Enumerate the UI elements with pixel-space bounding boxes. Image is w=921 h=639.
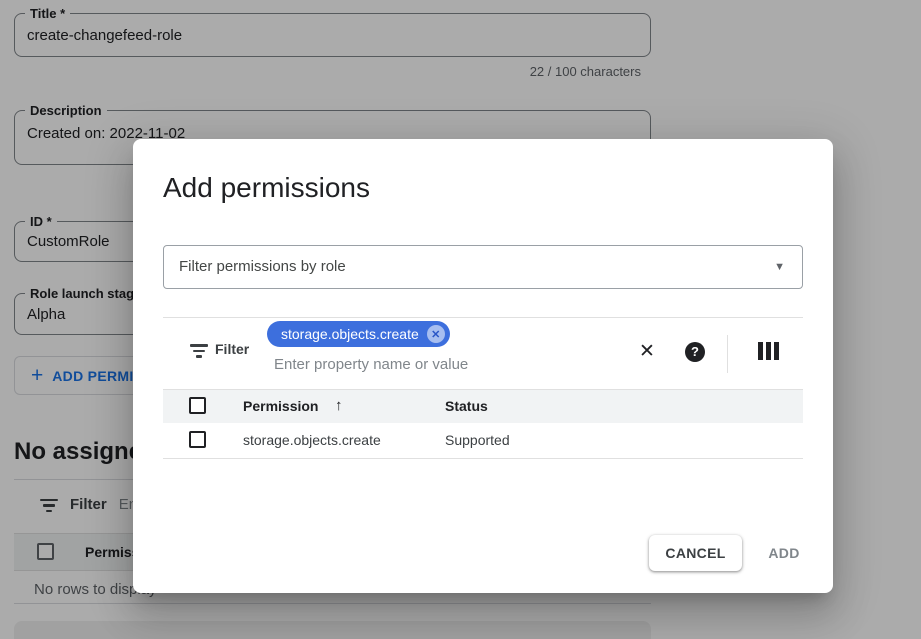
table-filter-toolbar: Filter storage.objects.create ✕ ✕ ? (163, 317, 803, 389)
filter-chip-storage-objects-create[interactable]: storage.objects.create ✕ (267, 321, 450, 347)
table-header-row: Permission ↑ Status (163, 389, 803, 423)
dialog-title: Add permissions (163, 172, 370, 204)
permission-column-header[interactable]: Permission (243, 398, 318, 414)
dropdown-value: Filter permissions by role (179, 246, 346, 288)
filter-funnel-icon (190, 344, 208, 358)
sort-ascending-icon[interactable]: ↑ (335, 397, 343, 414)
help-icon[interactable]: ? (685, 342, 705, 362)
filter-chip-label: storage.objects.create (281, 326, 419, 342)
chip-remove-icon[interactable]: ✕ (427, 325, 445, 343)
row-permission: storage.objects.create (243, 432, 381, 448)
table-filter-input[interactable] (274, 356, 554, 373)
filter-permissions-by-role-dropdown[interactable]: Filter permissions by role ▼ (163, 245, 803, 289)
table-row[interactable]: storage.objects.create Supported (163, 423, 803, 459)
status-column-header[interactable]: Status (445, 398, 488, 414)
clear-filter-icon[interactable]: ✕ (635, 340, 659, 363)
column-display-options-icon[interactable] (758, 342, 779, 360)
permissions-table-section: Filter storage.objects.create ✕ ✕ ? Perm… (163, 317, 803, 459)
cancel-button[interactable]: CANCEL (649, 535, 742, 571)
add-button[interactable]: ADD (762, 535, 806, 571)
create-role-page: Title * 22 / 100 characters Description … (0, 0, 921, 639)
row-checkbox[interactable] (189, 431, 206, 448)
add-permissions-dialog: Add permissions Filter permissions by ro… (133, 139, 833, 593)
chevron-down-icon: ▼ (774, 246, 785, 288)
select-all-checkbox[interactable] (189, 397, 206, 414)
row-status: Supported (445, 432, 510, 448)
filter-label: Filter (215, 341, 249, 357)
toolbar-divider (727, 335, 728, 373)
